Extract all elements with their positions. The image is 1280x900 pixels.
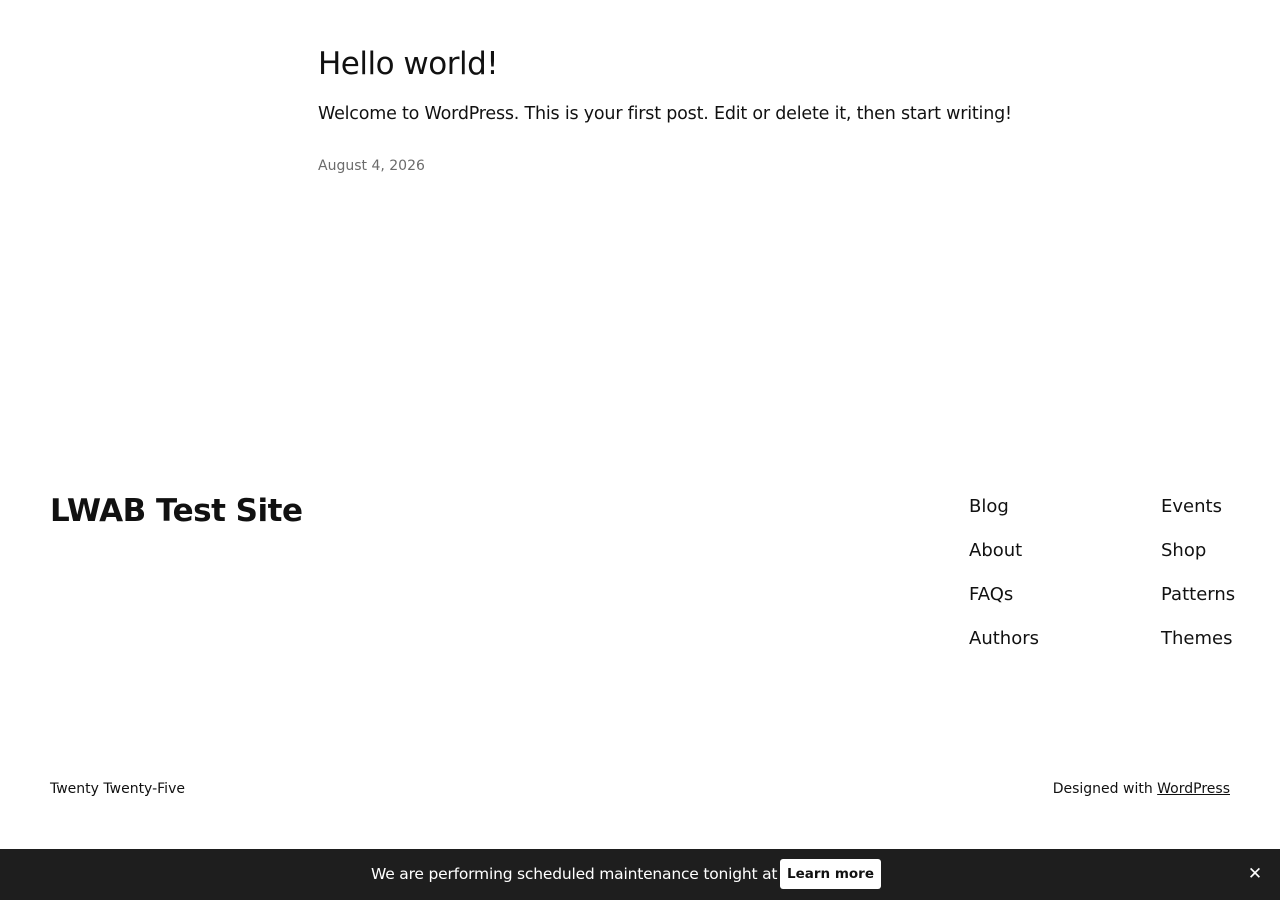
nav-link-themes[interactable]: Themes [1161,624,1235,668]
footer-nav-column-2: Events Shop Patterns Themes [1161,492,1235,668]
site-title[interactable]: LWAB Test Site [50,491,303,531]
nav-link-blog[interactable]: Blog [969,492,1039,536]
close-icon[interactable]: ✕ [1246,865,1264,883]
designed-with-prefix: Designed with [1052,781,1158,797]
nav-link-faqs[interactable]: FAQs [969,580,1039,624]
nav-link-shop[interactable]: Shop [1161,536,1235,580]
nav-link-about[interactable]: About [969,536,1039,580]
nav-link-patterns[interactable]: Patterns [1161,580,1235,624]
nav-link-events[interactable]: Events [1161,492,1235,536]
learn-more-button[interactable]: Learn more [780,859,881,889]
nav-link-authors[interactable]: Authors [969,624,1039,668]
wordpress-link[interactable]: WordPress [1157,781,1230,797]
banner-message: We are performing scheduled maintenance … [371,865,834,883]
post-title[interactable]: Hello world! [318,44,499,84]
page: Hello world! Welcome to WordPress. This … [0,0,1280,900]
footer-nav-column-1: Blog About FAQs Authors [969,492,1039,668]
post-excerpt: Welcome to WordPress. This is your first… [318,104,1012,124]
maintenance-banner: We are performing scheduled maintenance … [0,849,1280,900]
theme-credit: Twenty Twenty-Five [50,781,185,797]
post-date: August 4, 2026 [318,158,425,174]
designed-with-credit: Designed with WordPress [1053,779,1230,799]
